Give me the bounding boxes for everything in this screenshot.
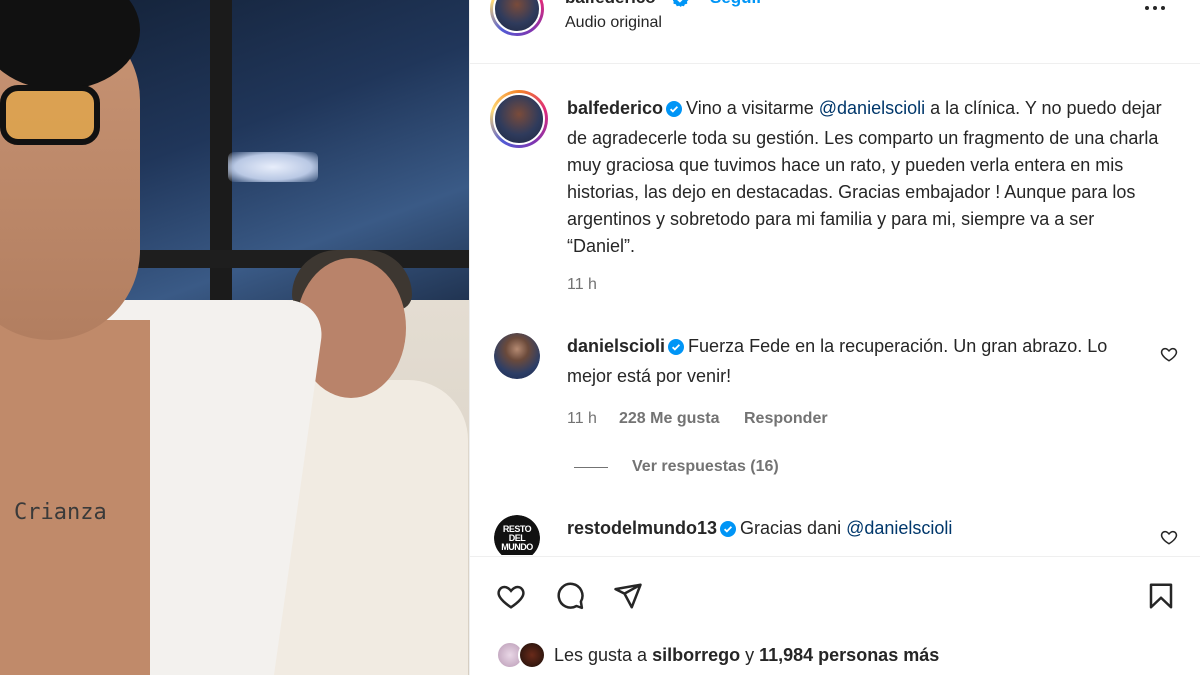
ceiling-light [228, 152, 318, 182]
likes-summary[interactable]: Les gusta a silborrego y 11,984 personas… [496, 641, 939, 669]
view-replies-button[interactable]: Ver respuestas (16) [574, 458, 779, 476]
caption-mention-link[interactable]: @danielscioli [819, 98, 925, 118]
verified-badge-icon [666, 98, 683, 125]
liker-username[interactable]: silborrego [652, 645, 740, 665]
commenter-avatar[interactable] [494, 333, 540, 379]
comments-list[interactable]: balfederico Vino a visitarme @danielsciol… [470, 65, 1200, 555]
person-left-glasses [0, 85, 100, 145]
comment: restodelmundo13 Gracias dani @danielsciol… [567, 515, 952, 545]
likes-count[interactable]: 11,984 personas más [759, 645, 939, 665]
comment-timestamp[interactable]: 11 h [567, 410, 597, 428]
caption-text: a la clínica. Y no puedo dejar de agrade… [567, 98, 1162, 256]
post-actions-bar: Les gusta a silborrego y 11,984 personas… [470, 556, 1200, 675]
comment-username[interactable]: restodelmundo13 [567, 518, 717, 538]
like-comment-heart-icon[interactable] [1160, 345, 1180, 365]
comment-like-count[interactable]: 228 Me gusta [619, 410, 719, 428]
view-replies-label: Ver respuestas (16) [632, 458, 779, 475]
verified-badge-icon [668, 336, 685, 363]
liker-avatar[interactable] [518, 641, 546, 669]
post-media[interactable]: Crianza [0, 0, 469, 675]
replies-divider [574, 466, 608, 468]
caption-author-avatar[interactable] [490, 90, 548, 148]
post-header: balfederico Seguir Audio original [470, 0, 1200, 64]
post-side-panel: balfederico Seguir Audio original balfed… [469, 0, 1200, 675]
verified-badge-icon [720, 518, 737, 545]
audio-label[interactable]: Audio original [565, 14, 662, 32]
author-username[interactable]: balfederico [565, 0, 656, 8]
person-left-chest [0, 320, 150, 675]
caption-text: Vino a visitarme [686, 98, 819, 118]
likes-prefix: Les gusta a [554, 644, 653, 665]
avatar-logo-text: RESTO DEL MUNDO [501, 523, 533, 552]
caption-timestamp[interactable]: 11 h [567, 276, 597, 294]
comment-username[interactable]: danielscioli [567, 336, 665, 356]
follow-button[interactable]: Seguir [710, 0, 763, 8]
caption-username[interactable]: balfederico [567, 98, 663, 118]
commenter-avatar[interactable]: RESTO DEL MUNDO [494, 515, 540, 555]
share-icon[interactable] [611, 579, 645, 613]
more-options-icon[interactable] [1145, 0, 1175, 18]
comment-text: Gracias dani [740, 518, 847, 538]
bookmark-icon[interactable] [1144, 579, 1178, 613]
post-caption: balfederico Vino a visitarme @danielsciol… [567, 95, 1167, 260]
verified-badge-icon [672, 0, 689, 12]
comment-mention-link[interactable]: @danielscioli [846, 518, 952, 538]
comment-icon[interactable] [553, 579, 587, 613]
author-avatar[interactable] [490, 0, 544, 36]
likes-conjunction: y [740, 644, 760, 665]
heart-icon[interactable] [494, 579, 528, 613]
like-comment-heart-icon[interactable] [1160, 528, 1180, 548]
reply-button[interactable]: Responder [744, 410, 828, 428]
chest-tattoo-text: Crianza [14, 500, 107, 525]
comment: danielscioli Fuerza Fede en la recuperaci… [567, 333, 1147, 390]
likes-text: Les gusta a silborrego y 11,984 personas… [554, 645, 939, 666]
